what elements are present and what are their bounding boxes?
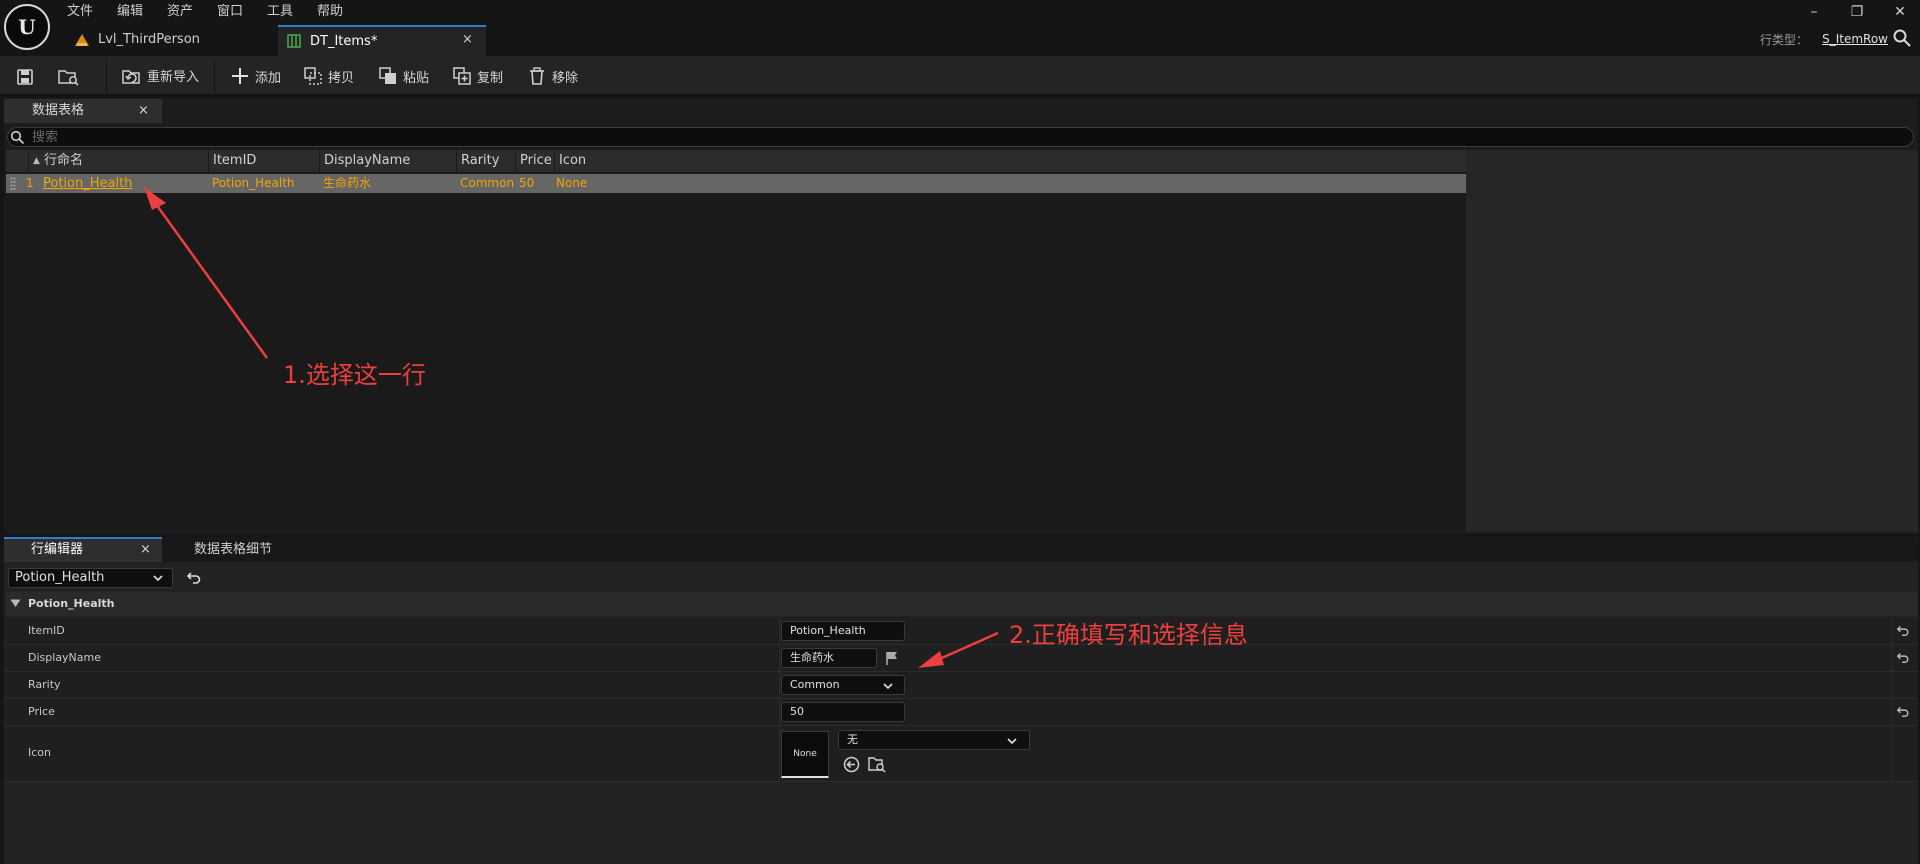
annotation-arrows xyxy=(144,187,999,668)
annotation-step2: 2.正确填写和选择信息 xyxy=(1009,621,1248,649)
annotation-arrow-step1 xyxy=(144,187,269,359)
annotation-arrow-step2 xyxy=(918,631,999,668)
annotation-step1: 1.选择这一行 xyxy=(283,361,426,389)
